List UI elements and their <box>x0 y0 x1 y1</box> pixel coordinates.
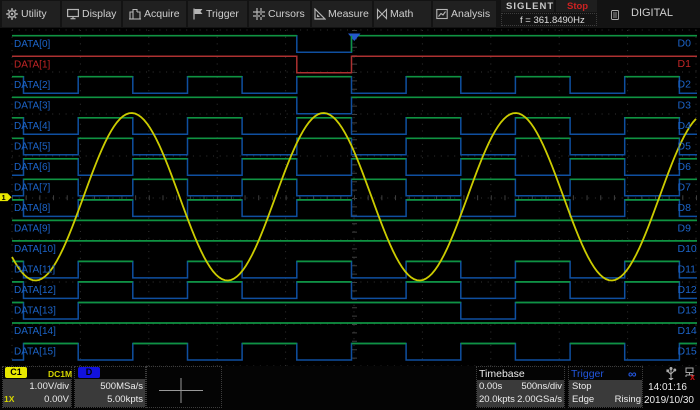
svg-text:DATA[1]: DATA[1] <box>14 59 51 70</box>
svg-text:DATA[13]: DATA[13] <box>14 306 56 317</box>
svg-text:D4: D4 <box>678 120 692 132</box>
svg-text:D11: D11 <box>678 263 697 275</box>
svg-text:D14: D14 <box>678 325 697 337</box>
svg-text:DATA[6]: DATA[6] <box>14 162 51 173</box>
svg-text:DATA[2]: DATA[2] <box>14 80 51 91</box>
svg-text:D6: D6 <box>678 161 692 173</box>
svg-text:D12: D12 <box>678 284 697 296</box>
svg-text:D8: D8 <box>678 202 692 214</box>
svg-text:DATA[4]: DATA[4] <box>14 121 51 132</box>
svg-text:D5: D5 <box>678 140 692 152</box>
svg-text:D7: D7 <box>678 181 692 193</box>
svg-text:D3: D3 <box>678 99 692 111</box>
svg-text:DATA[8]: DATA[8] <box>14 203 51 214</box>
svg-text:DATA[11]: DATA[11] <box>14 265 55 276</box>
svg-text:DATA[0]: DATA[0] <box>14 39 51 50</box>
svg-text:D9: D9 <box>678 222 692 234</box>
svg-text:1: 1 <box>2 193 6 202</box>
svg-text:DATA[9]: DATA[9] <box>14 224 51 235</box>
svg-text:DATA[5]: DATA[5] <box>14 141 51 152</box>
svg-text:D10: D10 <box>678 243 697 255</box>
svg-text:DATA[15]: DATA[15] <box>14 347 56 358</box>
svg-text:DATA[12]: DATA[12] <box>14 285 56 296</box>
svg-text:D15: D15 <box>678 346 697 358</box>
svg-text:D0: D0 <box>678 38 692 50</box>
svg-text:D13: D13 <box>678 305 697 317</box>
svg-text:DATA[10]: DATA[10] <box>14 244 56 255</box>
svg-text:DATA[14]: DATA[14] <box>14 326 56 337</box>
svg-text:DATA[7]: DATA[7] <box>14 182 51 193</box>
svg-text:x: x <box>690 372 695 380</box>
svg-text:DATA[3]: DATA[3] <box>14 100 51 111</box>
svg-text:D2: D2 <box>678 79 692 91</box>
svg-text:D1: D1 <box>678 58 692 70</box>
